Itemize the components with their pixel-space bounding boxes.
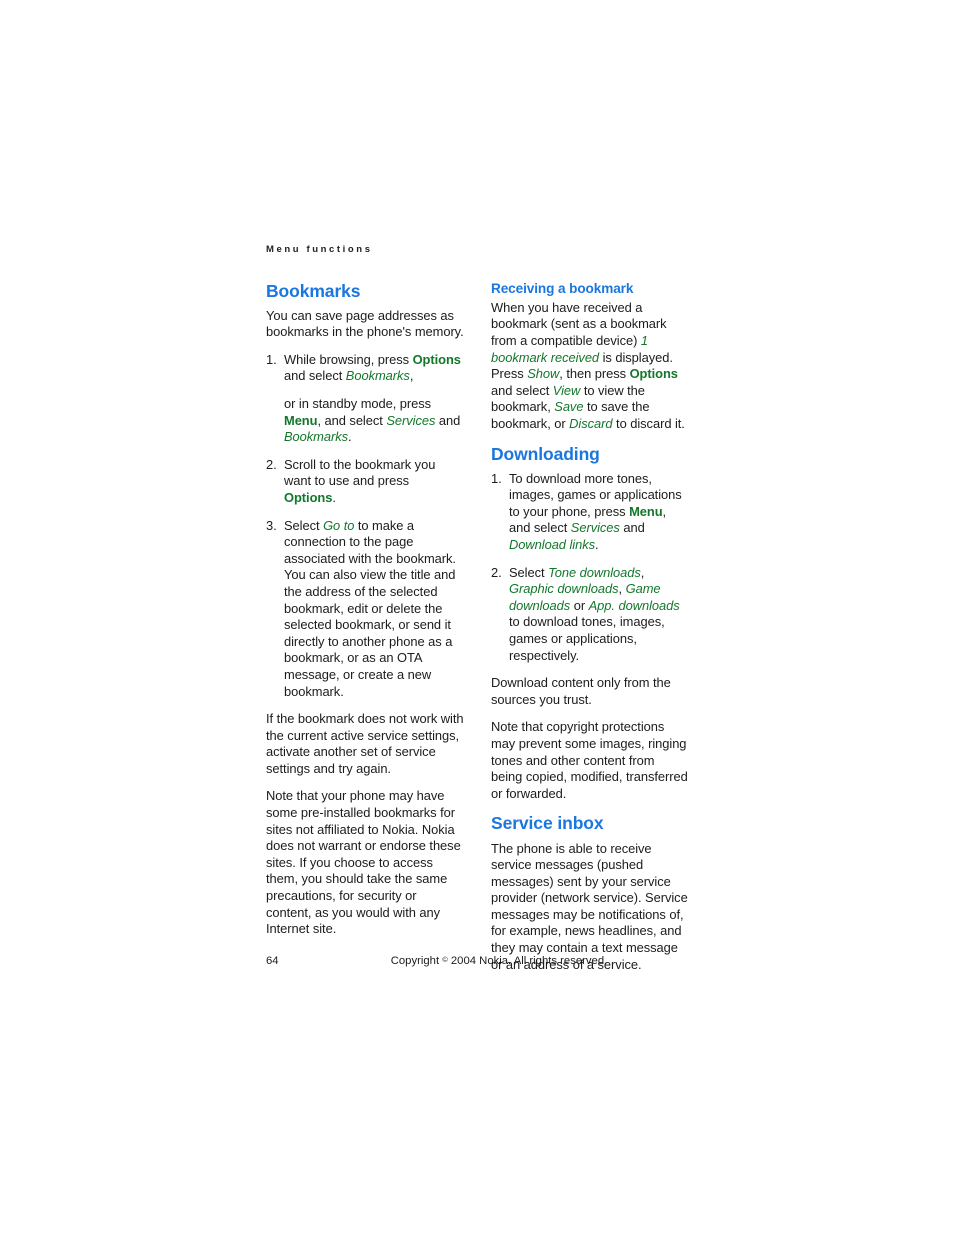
list-item: 3. Select Go to to make a connection to … [266,518,464,701]
right-column: Receiving a bookmark When you have recei… [491,281,689,985]
step-text-part: , [618,581,626,597]
menu-item-name: Show [527,366,560,382]
text-part: , then press [559,366,630,382]
menu-item-name: Go to [323,517,355,533]
step-text-part: or in standby mode, press [284,396,432,411]
menu-item-name: Services [570,520,620,536]
list-item-number: 2. [266,456,277,472]
text-part: to discard it. [612,415,685,431]
step-text-part: and [619,520,645,536]
step-text-part: Select [509,564,549,580]
section-heading-service-inbox: Service inbox [491,813,604,834]
menu-item-name: View [552,382,581,398]
step-text-part: to download tones, images, games or appl… [509,614,665,663]
menu-item-name: Tone downloads [548,564,641,580]
step-text-part: Select [284,517,324,533]
step-text-part: , [640,564,645,580]
downloading-steps-list: 1. To download more tones, images, games… [491,471,689,665]
menu-item-name: Bookmarks [345,368,410,384]
copyright-protection-paragraph: Note that copyright protections may prev… [491,719,688,801]
copyright-text-before: Copyright [390,955,443,967]
list-item-number: 2. [491,564,502,580]
bookmarks-steps-list: 1. While browsing, press Options and sel… [266,352,464,700]
menu-item-name: App. downloads [588,597,680,613]
list-item-number: 3. [266,517,277,533]
menu-item-name: Graphic downloads [509,581,619,597]
step-text-part: . [595,537,599,553]
softkey-label: Options [284,489,333,505]
menu-item-name: Discard [569,415,613,431]
list-item-number: 1. [266,351,277,367]
subsection-heading-receiving-a-bookmark: Receiving a bookmark [491,280,634,296]
menu-item-name: Bookmarks [284,429,349,445]
softkey-label: Menu [629,503,663,519]
left-column: Bookmarks You can save page addresses as… [266,281,464,949]
softkey-label: Options [412,351,461,367]
list-item: 2. Scroll to the bookmark you want to us… [266,457,464,507]
step-text-part: While browsing, press [284,351,413,367]
menu-item-name: Save [554,399,584,415]
section-heading-bookmarks: Bookmarks [266,280,361,301]
bookmarks-intro-paragraph: You can save page addresses as bookmarks… [266,307,464,340]
preinstalled-bookmarks-paragraph: Note that your phone may have some pre-i… [266,788,461,937]
step-text-part: and select [284,368,346,384]
softkey-label: Options [629,366,678,382]
copyright-notice: Copyright © 2004 Nokia. All rights reser… [266,955,690,967]
running-head: Menu functions [266,244,373,255]
menu-item-name: Download links [509,537,595,553]
download-trust-paragraph: Download content only from the sources y… [491,675,671,707]
step-text-part: to make a connection to the page associa… [284,517,456,699]
bookmark-fallback-paragraph: If the bookmark does not work with the c… [266,711,464,776]
list-item: 1. To download more tones, images, games… [491,471,689,554]
step-text-part: or [570,597,589,613]
step-text-part: . [348,429,352,445]
section-heading-downloading: Downloading [491,443,600,464]
receiving-bookmark-paragraph: When you have received a bookmark (sent … [491,300,689,433]
copyright-text-after: 2004 Nokia. All rights reserved. [447,955,608,967]
text-part: and select [491,382,553,398]
step-continuation: or in standby mode, press Menu, and sele… [284,396,464,446]
step-text-part: and [435,412,461,428]
step-text-part: . [332,489,336,505]
list-item: 2. Select Tone downloads, Graphic downlo… [491,565,689,665]
step-text-part: Scroll to the bookmark you want to use a… [284,456,436,489]
step-text-part: , [409,368,414,384]
service-inbox-paragraph: The phone is able to receive service mes… [491,840,688,972]
step-text-part: , and select [317,412,387,428]
two-column-layout: Bookmarks You can save page addresses as… [266,281,690,985]
document-page: Menu functions Bookmarks You can save pa… [266,245,690,984]
list-item-number: 1. [491,470,502,486]
softkey-label: Menu [284,412,318,428]
list-item: 1. While browsing, press Options and sel… [266,352,464,446]
menu-item-name: Services [386,412,436,428]
